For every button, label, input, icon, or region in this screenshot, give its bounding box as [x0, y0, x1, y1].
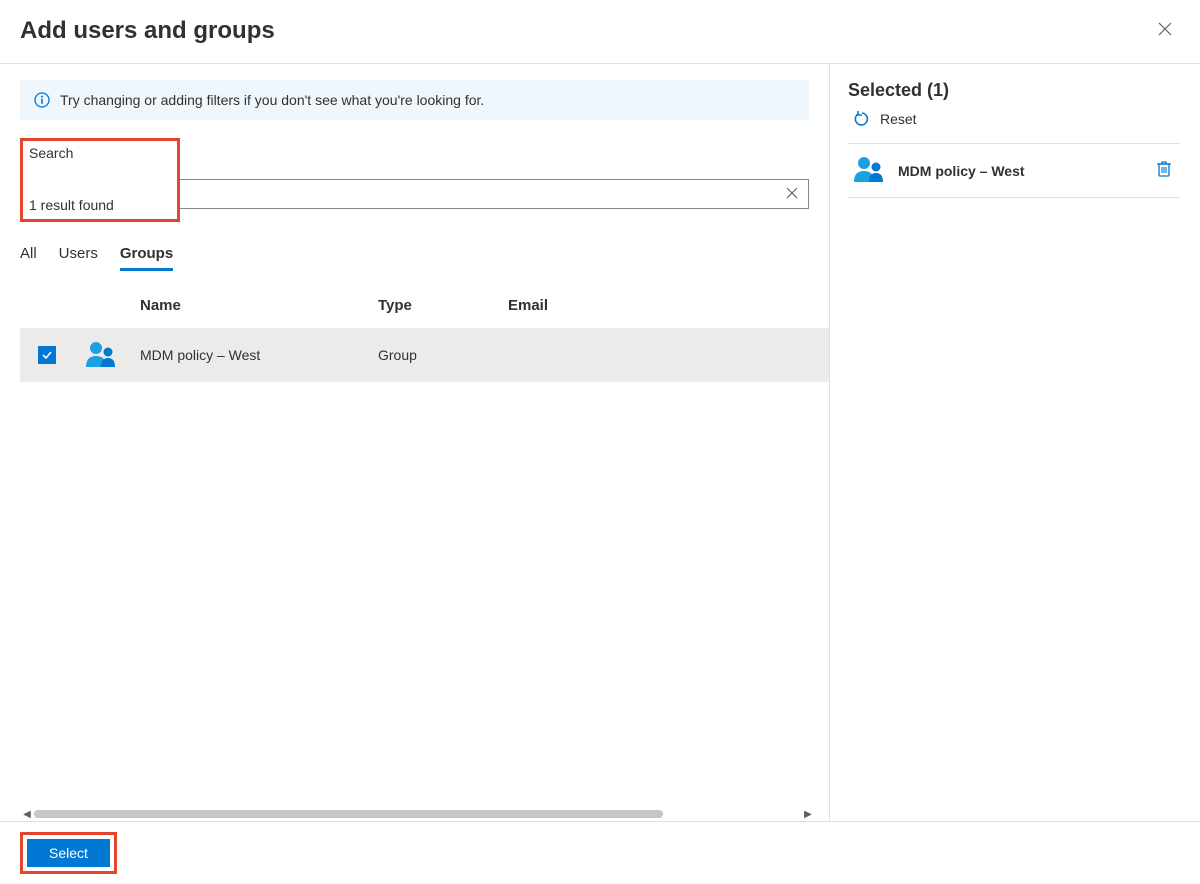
left-pane: Try changing or adding filters if you do…: [0, 64, 830, 821]
selected-item-name: MDM policy – West: [898, 163, 1140, 179]
column-header-email[interactable]: Email: [508, 297, 829, 314]
search-highlight: Search 1 result found: [20, 138, 180, 222]
tab-groups[interactable]: Groups: [120, 239, 173, 271]
page-title: Add users and groups: [20, 17, 275, 45]
group-icon: [84, 356, 118, 372]
column-header-type[interactable]: Type: [378, 297, 508, 314]
trash-icon: [1156, 160, 1172, 178]
filter-tabs: All Users Groups: [20, 239, 829, 271]
scroll-left-arrow[interactable]: ◀: [20, 809, 34, 820]
table-row[interactable]: MDM policy – West Group: [20, 328, 829, 382]
close-icon: [1158, 22, 1172, 36]
group-icon: [852, 154, 886, 187]
close-button[interactable]: [1150, 16, 1180, 45]
reset-icon: [854, 111, 870, 127]
row-checkbox[interactable]: [38, 346, 56, 364]
scrollbar-track[interactable]: [34, 809, 801, 819]
dialog-footer: Select: [0, 821, 1200, 884]
row-type: Group: [378, 347, 508, 363]
remove-selected-button[interactable]: [1152, 156, 1176, 185]
results-table: Name Type Email MDM policy: [20, 279, 829, 801]
select-button-highlight: Select: [20, 832, 117, 874]
dialog-header: Add users and groups: [0, 0, 1200, 63]
info-icon: [34, 92, 50, 108]
search-result-count: 1 result found: [29, 197, 171, 213]
info-banner-text: Try changing or adding filters if you do…: [60, 92, 484, 108]
selected-pane: Selected (1) Reset MDM policy – West: [830, 64, 1200, 821]
search-clear-button[interactable]: [782, 184, 802, 204]
info-banner: Try changing or adding filters if you do…: [20, 80, 809, 120]
scroll-right-arrow[interactable]: ▶: [801, 809, 815, 820]
column-header-name[interactable]: Name: [140, 297, 378, 314]
horizontal-scrollbar[interactable]: ◀ ▶: [20, 807, 815, 821]
row-name: MDM policy – West: [140, 347, 378, 363]
table-header-row: Name Type Email: [20, 279, 829, 328]
search-label: Search: [29, 145, 171, 161]
selected-item[interactable]: MDM policy – West: [848, 143, 1180, 198]
tab-all[interactable]: All: [20, 239, 37, 271]
selected-header: Selected (1): [848, 80, 1180, 101]
reset-label: Reset: [880, 111, 917, 127]
select-button[interactable]: Select: [27, 839, 110, 867]
clear-icon: [786, 187, 798, 199]
scrollbar-thumb[interactable]: [34, 810, 663, 818]
checkmark-icon: [41, 349, 53, 361]
reset-button[interactable]: Reset: [848, 107, 1180, 143]
tab-users[interactable]: Users: [59, 239, 98, 271]
